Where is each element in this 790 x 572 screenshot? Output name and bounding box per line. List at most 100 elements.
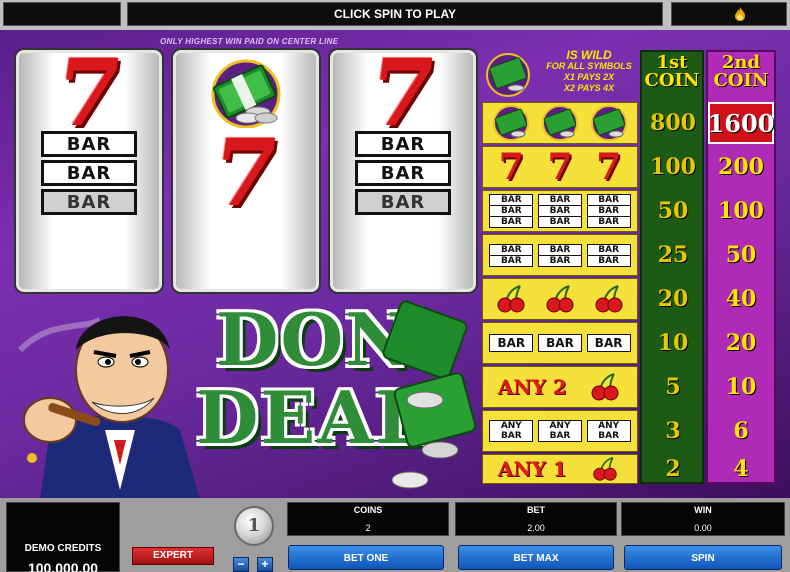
payout-coin-2: 100 [718, 198, 764, 224]
paytable-row: ANY BAR ANY BAR ANY BAR 3 6 [482, 410, 776, 452]
top-bar-right-panel[interactable] [671, 2, 787, 26]
coin-increase-button[interactable]: + [257, 557, 273, 572]
top-bar: CLICK SPIN TO PLAY [0, 0, 790, 30]
coins-label: COINS [353, 505, 383, 515]
paytable-row: 800 1600 [482, 102, 776, 144]
single-bar-symbol: BAR [537, 334, 582, 352]
bar-label: BAR [358, 192, 448, 213]
bet-label: BET [527, 505, 545, 515]
reel-3-bottom-symbol [333, 213, 473, 289]
credits-label: DEMO CREDITS [24, 543, 102, 554]
paytable-combo [482, 102, 638, 144]
reel-1: 7 BAR BAR BAR [16, 50, 162, 292]
coins-display: COINS 2 [287, 502, 449, 536]
paytable-combo: BAR BAR BAR BAR BAR BAR [482, 234, 638, 276]
reel-3-top-symbol: 7 [333, 53, 473, 147]
triple-bar-symbol: BAR BAR BAR [355, 131, 451, 215]
paytable-combo [482, 278, 638, 320]
paytable-row: BAR BAR BAR BAR BAR BAR 25 50 [482, 234, 776, 276]
cash-pile-illustration [382, 300, 477, 489]
paytable-combo: BAR BAR BAR BAR BAR BAR BAR BAR BAR [482, 190, 638, 232]
spin-button[interactable]: SPIN [624, 545, 782, 570]
payout-coin-1: 5 [665, 374, 681, 400]
any-bar-symbol: ANY BAR [586, 420, 631, 442]
reel-1-bottom-symbol [19, 213, 159, 289]
paytable-row: ANY 1 2 4 [482, 454, 776, 484]
status-message: CLICK SPIN TO PLAY [127, 2, 663, 26]
credits-value: 100,000.00 [27, 560, 99, 572]
bet-one-button[interactable]: BET ONE [288, 545, 444, 570]
seven-symbol: 7 [206, 119, 286, 227]
seven-symbol: 7 [49, 50, 129, 147]
win-display: WIN 0.00 [621, 502, 785, 536]
paytable-combo: ANY BAR ANY BAR ANY BAR [482, 410, 638, 452]
reel-2-bottom-symbol [176, 213, 316, 289]
seven-symbol: 7 [363, 50, 443, 147]
payout-coin-2: 20 [725, 330, 757, 356]
payout-coin-1: 10 [657, 330, 689, 356]
paytable-row: 20 40 [482, 278, 776, 320]
cherry-icon [595, 285, 623, 313]
paytable-row: 7 7 7 100 200 [482, 146, 776, 188]
expert-button[interactable]: EXPERT [132, 547, 214, 565]
money-stack-icon [486, 53, 530, 97]
payout-coin-1: 50 [657, 198, 689, 224]
any-bar-symbol: ANY BAR [489, 420, 534, 442]
reel-2-center-symbol: 7 [176, 119, 316, 227]
coins-value: 2 [365, 523, 371, 533]
coin-size-chip[interactable]: 1 [234, 506, 274, 546]
money-stack-icon [590, 105, 627, 141]
bar-label: BAR [44, 192, 134, 213]
single-bar-symbol: BAR [489, 334, 534, 352]
triple-bar-symbol: BAR BAR BAR [537, 194, 582, 228]
seven-symbol: 7 [547, 146, 573, 188]
paytable-combo: BAR BAR BAR [482, 322, 638, 364]
triple-bar-symbol: BAR BAR BAR [489, 194, 534, 228]
bet-value: 2.00 [527, 523, 545, 533]
payout-coin-1: 3 [665, 418, 681, 444]
bar-label: BAR [358, 134, 448, 155]
center-line-note: ONLY HIGHEST WIN PAID ON CENTER LINE [160, 37, 339, 46]
wild-x1-rule: X1 PAYS 2X [563, 72, 615, 82]
double-bar-symbol: BAR BAR [586, 243, 631, 267]
reel-1-top-symbol: 7 [19, 53, 159, 147]
payout-coin-1: 25 [657, 242, 689, 268]
wild-title: IS WILD [566, 48, 612, 62]
win-value: 0.00 [694, 523, 712, 533]
pay-table: 1st COIN 2nd COIN IS WILD FOR ALL SYMBOL… [478, 48, 780, 484]
money-stack-icon [541, 105, 578, 141]
triple-bar-symbol: BAR BAR BAR [586, 194, 631, 228]
bet-max-button[interactable]: BET MAX [458, 545, 614, 570]
bar-label: BAR [44, 134, 134, 155]
payout-coin-2: 50 [725, 242, 757, 268]
mobster-character-illustration [17, 316, 200, 498]
bar-label: BAR [358, 163, 448, 184]
play-field: ONLY HIGHEST WIN PAID ON CENTER LINE 7 B… [0, 30, 790, 498]
payout-coin-2: 4 [733, 456, 749, 482]
paytable-combo: 7 7 7 [482, 146, 638, 188]
paytable-combo: ANY 1 [482, 454, 638, 484]
win-label: WIN [694, 505, 712, 515]
payout-coin-1: 2 [665, 456, 681, 482]
wild-info: IS WILD FOR ALL SYMBOLS X1 PAYS 2X X2 PA… [478, 48, 780, 100]
coin-decrease-button[interactable]: − [233, 557, 249, 572]
payout-coin-2: 1600 [708, 102, 774, 144]
bar-label: BAR [44, 163, 134, 184]
cherry-icon [591, 373, 619, 401]
top-bar-left-panel [3, 2, 121, 26]
cherry-icon [546, 285, 574, 313]
single-bar-symbol: BAR [586, 334, 631, 352]
paytable-row: BAR BAR BAR 10 20 [482, 322, 776, 364]
reel-1-center-symbol: BAR BAR BAR [19, 131, 159, 215]
paytable-combo: ANY 2 [482, 366, 638, 408]
money-stack-icon [493, 105, 530, 141]
paytable-row: ANY 2 5 10 [482, 366, 776, 408]
flame-icon[interactable] [734, 7, 746, 21]
payout-coin-2: 6 [733, 418, 749, 444]
double-bar-symbol: BAR BAR [489, 243, 534, 267]
wild-x2-rule: X2 PAYS 4X [563, 83, 615, 93]
any-2-label: ANY 2 [497, 375, 567, 399]
seven-symbol: 7 [596, 146, 622, 188]
payout-coin-2: 200 [718, 154, 764, 180]
paytable-row: BAR BAR BAR BAR BAR BAR BAR BAR BAR 50 100 [482, 190, 776, 232]
